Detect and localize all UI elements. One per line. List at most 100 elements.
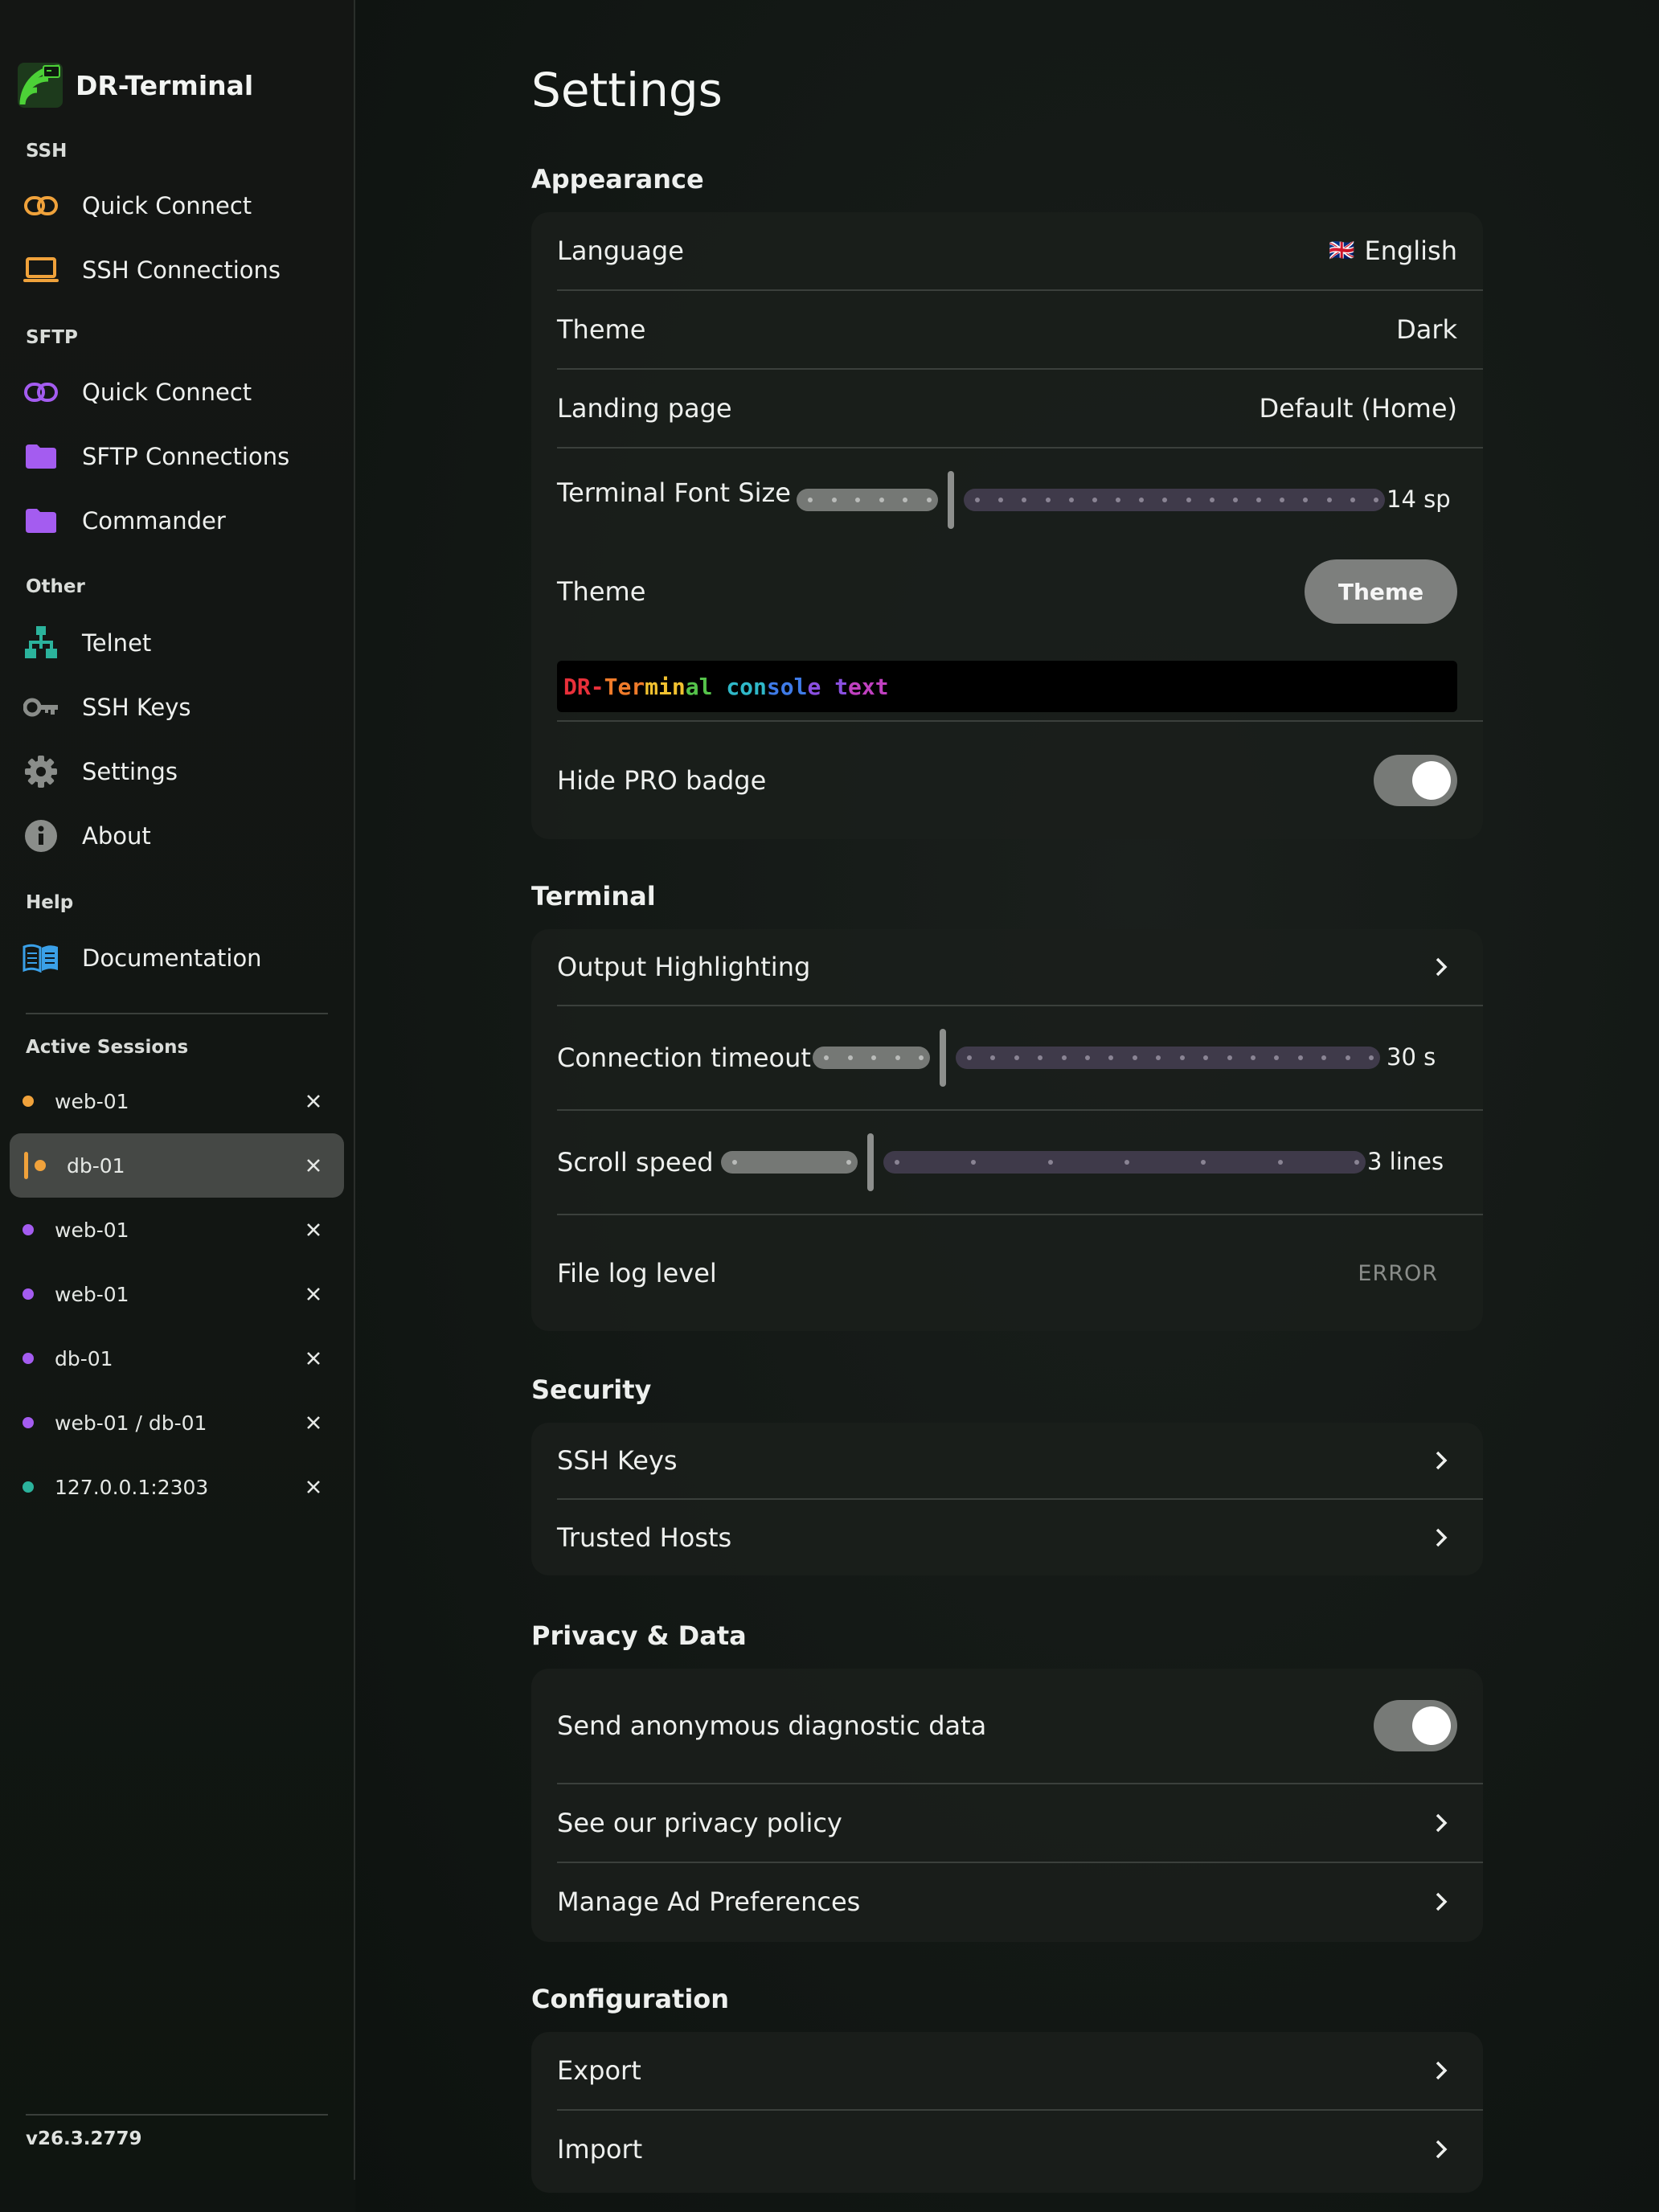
sidebar-item-label: SSH Keys <box>82 694 191 721</box>
link-icon <box>23 187 59 224</box>
slider-tick <box>1068 498 1074 502</box>
privacy-card: Send anonymous diagnostic data See our p… <box>531 1669 1483 1942</box>
sidebar-item-ssh-keys[interactable]: SSH Keys <box>23 683 191 731</box>
sidebar-item-commander[interactable]: Commander <box>23 497 226 545</box>
theme-row[interactable]: Theme Dark <box>557 291 1483 368</box>
hide-pro-toggle[interactable] <box>1374 755 1457 806</box>
privacy-policy-label: See our privacy policy <box>557 1808 842 1838</box>
info-icon <box>23 817 59 854</box>
diagnostic-row: Send anonymous diagnostic data <box>557 1669 1483 1783</box>
session-item[interactable]: 127.0.0.1:2303 <box>10 1455 344 1519</box>
chevron-right-icon <box>1436 957 1448 977</box>
scroll-speed-value: 3 lines <box>1367 1148 1444 1175</box>
gear-icon <box>23 753 59 790</box>
active-indicator <box>24 1152 28 1179</box>
slider-tick <box>1132 1055 1137 1060</box>
toggle-knob <box>1412 761 1451 800</box>
close-icon[interactable] <box>297 1342 330 1374</box>
close-icon[interactable] <box>297 1214 330 1246</box>
section-privacy: Privacy & Data <box>531 1620 747 1651</box>
laptop-icon <box>23 252 59 289</box>
sidebar-item-about[interactable]: About <box>23 812 151 860</box>
session-item[interactable]: web-01 <box>10 1262 344 1326</box>
diagnostic-toggle[interactable] <box>1374 1700 1457 1751</box>
sidebar-item-label: Settings <box>82 758 178 785</box>
slider-tick <box>1277 1160 1283 1165</box>
trusted-hosts-row[interactable]: Trusted Hosts <box>557 1500 1483 1575</box>
slider-handle[interactable] <box>948 471 954 529</box>
slider-tick <box>1250 1055 1256 1060</box>
slider-tick <box>1085 1055 1091 1060</box>
file-log-level-row[interactable]: File log level ERROR <box>557 1215 1483 1331</box>
session-label: db-01 <box>55 1346 113 1370</box>
import-row[interactable]: Import <box>557 2111 1483 2188</box>
close-icon[interactable] <box>297 1471 330 1503</box>
toggle-knob <box>1412 1706 1451 1745</box>
key-icon <box>23 689 59 726</box>
section-help: Help <box>26 892 74 913</box>
flag-uk-icon: 🇬🇧 <box>1329 239 1355 263</box>
close-icon[interactable] <box>297 1149 330 1182</box>
sidebar-item-documentation[interactable]: Documentation <box>23 934 262 982</box>
sidebar-item-settings[interactable]: Settings <box>23 748 178 796</box>
close-icon[interactable] <box>297 1278 330 1310</box>
close-icon[interactable] <box>297 1407 330 1439</box>
file-log-level-value: ERROR <box>1358 1260 1438 1286</box>
slider-tick <box>1369 1055 1374 1060</box>
slider-tick <box>919 1055 924 1060</box>
sidebar-item-label: SSH Connections <box>82 256 281 284</box>
session-item[interactable]: db-01 <box>10 1133 344 1198</box>
slider-tick <box>895 1055 900 1060</box>
session-item[interactable]: web-01 <box>10 1069 344 1133</box>
session-label: 127.0.0.1:2303 <box>55 1475 209 1499</box>
app-logo-icon <box>18 63 63 108</box>
app-name: DR-Terminal <box>76 69 254 101</box>
sidebar-item-ssh-quick-connect[interactable]: Quick Connect <box>23 182 252 230</box>
slider-tick <box>831 498 837 502</box>
connection-timeout-slider[interactable] <box>813 1029 1380 1087</box>
sidebar-item-telnet[interactable]: Telnet <box>23 619 151 667</box>
sidebar-item-sftp-connections[interactable]: SFTP Connections <box>23 432 289 481</box>
slider-tick <box>895 1160 899 1165</box>
chevron-right-icon <box>1436 1528 1448 1547</box>
slider-tick <box>927 498 932 502</box>
session-label: db-01 <box>67 1153 125 1178</box>
slider-tick <box>847 1055 853 1060</box>
landing-page-row[interactable]: Landing page Default (Home) <box>557 370 1483 447</box>
slider-tick <box>1045 498 1051 502</box>
file-log-level-label: File log level <box>557 1258 717 1288</box>
section-terminal: Terminal <box>531 881 656 911</box>
ssh-keys-row[interactable]: SSH Keys <box>557 1423 1483 1498</box>
sidebar-item-label: Telnet <box>82 629 152 657</box>
export-row[interactable]: Export <box>557 2032 1483 2109</box>
close-icon[interactable] <box>297 1085 330 1117</box>
theme-value: Dark <box>1396 314 1457 345</box>
app-version: v26.3.2779 <box>26 2128 142 2149</box>
language-row[interactable]: Language 🇬🇧 English <box>557 212 1483 289</box>
output-highlighting-row[interactable]: Output Highlighting <box>557 929 1483 1005</box>
font-size-slider[interactable] <box>797 471 1385 529</box>
theme-button[interactable]: Theme <box>1305 559 1457 624</box>
font-size-value: 14 sp <box>1387 485 1451 513</box>
slider-tick <box>824 1055 829 1060</box>
privacy-policy-row[interactable]: See our privacy policy <box>557 1784 1483 1862</box>
sidebar-item-label: Quick Connect <box>82 379 252 406</box>
session-item[interactable]: db-01 <box>10 1326 344 1391</box>
session-status-dot <box>35 1160 46 1171</box>
slider-active-track <box>721 1151 858 1174</box>
chevron-right-icon <box>1436 1451 1448 1470</box>
configuration-card: Export Import <box>531 2032 1483 2193</box>
sidebar-item-ssh-connections[interactable]: SSH Connections <box>23 246 281 294</box>
ad-preferences-row[interactable]: Manage Ad Preferences <box>557 1863 1483 1940</box>
slider-handle[interactable] <box>867 1133 874 1191</box>
scroll-speed-slider[interactable] <box>721 1133 1366 1191</box>
slider-tick <box>967 1055 972 1060</box>
sidebar-item-label: SFTP Connections <box>82 443 290 470</box>
session-item[interactable]: web-01 / db-01 <box>10 1391 344 1455</box>
session-item[interactable]: web-01 <box>10 1198 344 1262</box>
slider-tick <box>879 498 884 502</box>
trusted-hosts-label: Trusted Hosts <box>557 1522 732 1553</box>
slider-handle[interactable] <box>940 1029 946 1087</box>
sidebar-item-sftp-quick-connect[interactable]: Quick Connect <box>23 368 252 416</box>
slider-tick <box>732 1160 737 1165</box>
